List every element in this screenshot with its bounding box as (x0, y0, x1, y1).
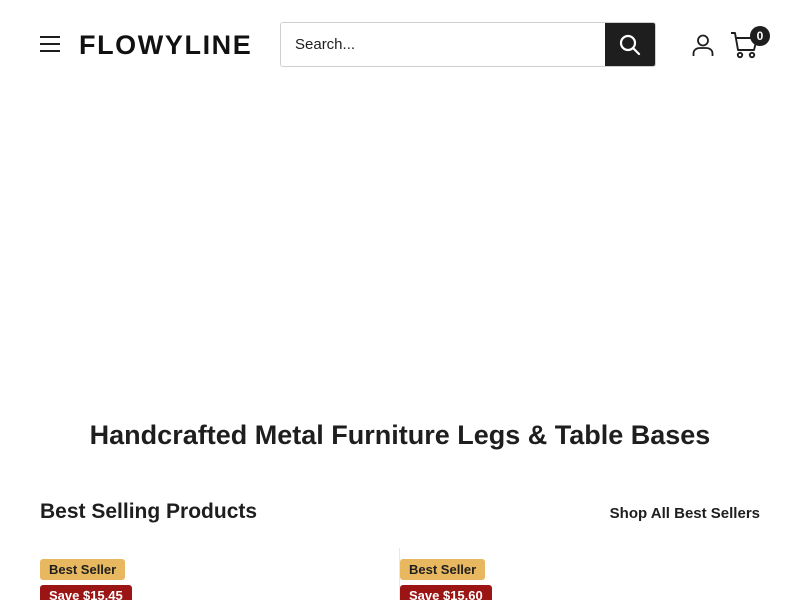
search-input[interactable] (281, 23, 607, 66)
search-icon (619, 34, 641, 55)
hamburger-menu-icon[interactable] (40, 36, 60, 54)
menu-line (40, 36, 60, 38)
best-selling-title: Best Selling Products (40, 500, 258, 523)
cart-count-badge: 0 (750, 26, 770, 46)
site-logo[interactable]: FLOWYLINE (79, 29, 252, 61)
save-badge: Save $15.60 (400, 585, 492, 600)
save-badge: Save $15.45 (40, 585, 132, 600)
search-button[interactable] (605, 23, 655, 66)
shop-all-best-sellers-link[interactable]: Shop All Best Sellers (610, 504, 760, 524)
best-seller-badge: Best Seller (400, 559, 486, 580)
search-bar (280, 22, 656, 67)
best-seller-badge: Best Seller (40, 559, 126, 580)
user-icon (692, 34, 714, 56)
page-headline: Handcrafted Metal Furniture Legs & Table… (89, 420, 711, 450)
site-header: FLOWYLINE 0 (0, 0, 800, 90)
menu-line (40, 43, 60, 45)
menu-line (40, 50, 60, 52)
hero-banner (0, 90, 800, 390)
account-button[interactable] (691, 33, 715, 57)
